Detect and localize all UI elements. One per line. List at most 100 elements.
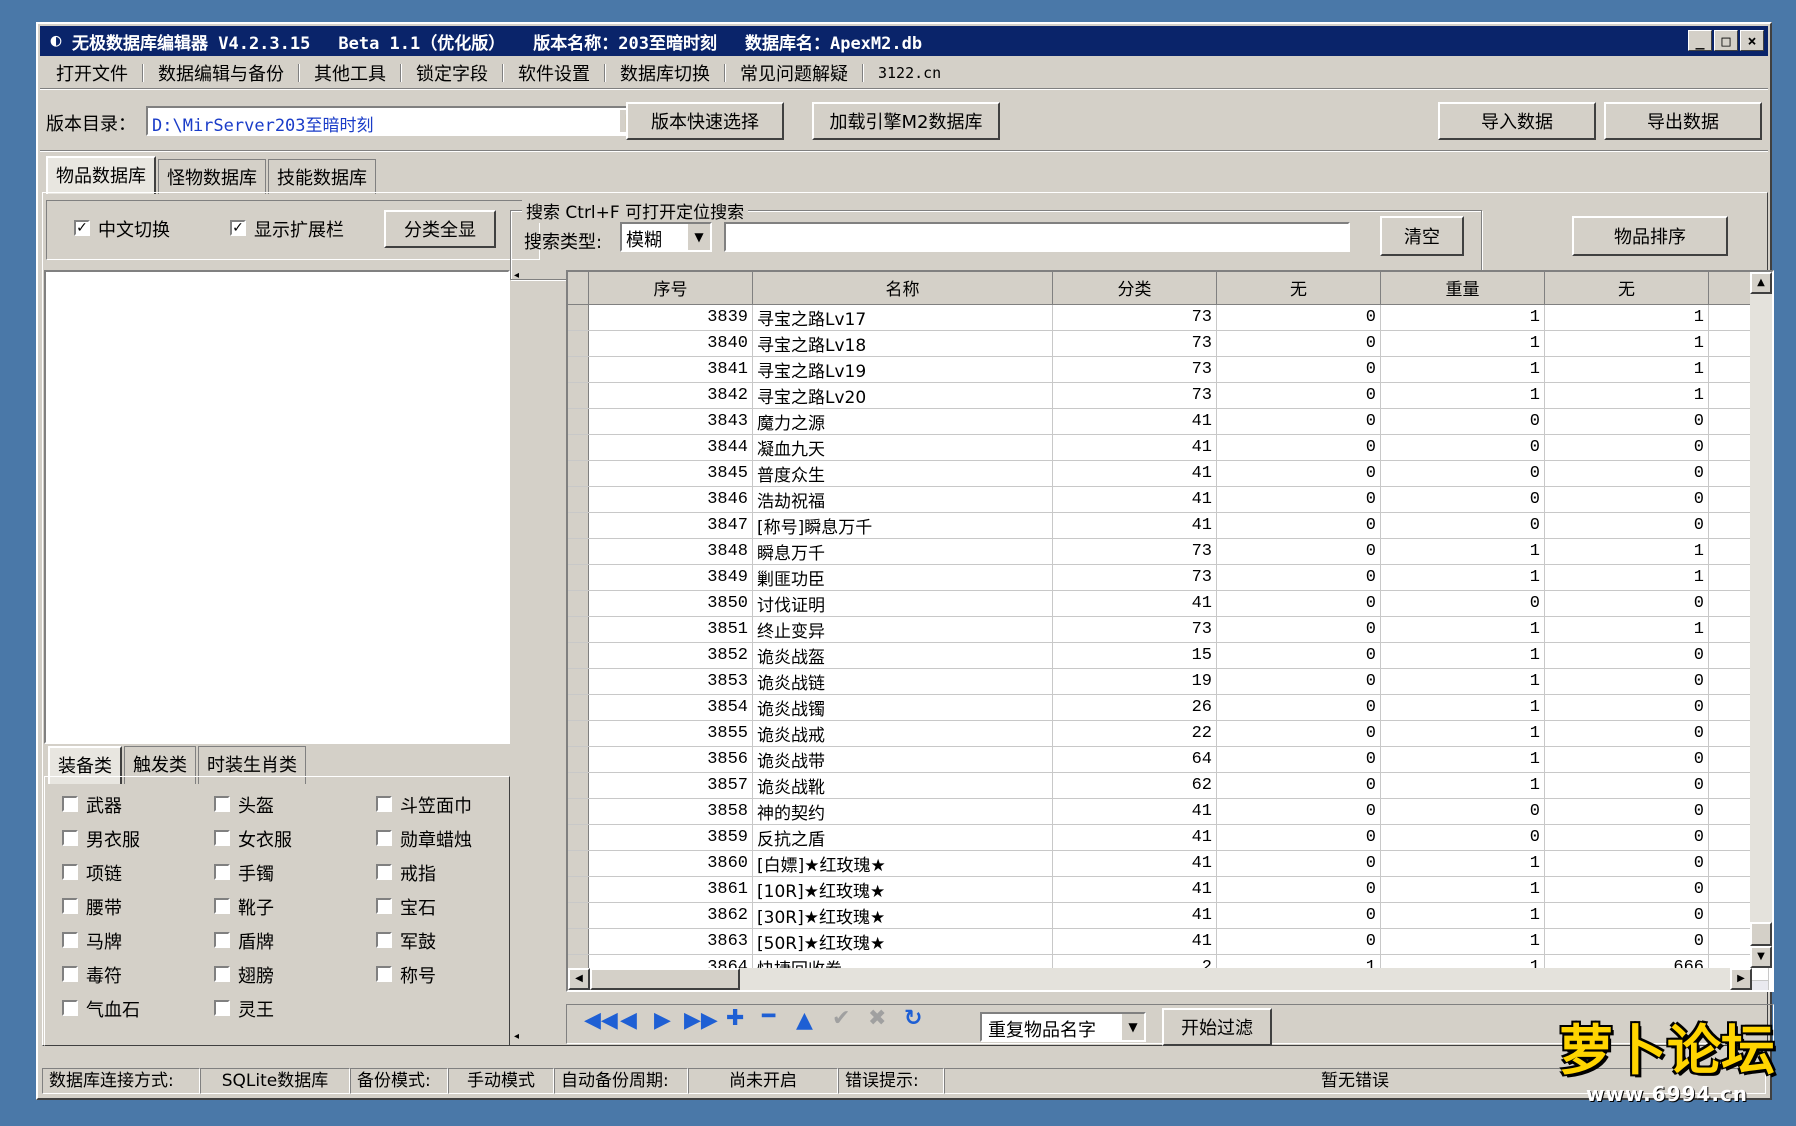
table-cell[interactable]: 0 [1544,720,1709,747]
table-cell[interactable]: 0 [1544,798,1709,825]
table-cell[interactable]: 0 [1380,512,1545,539]
table-row[interactable]: 3854 诡炎战镯 26 0 1 0 [568,694,1769,721]
category-checkbox[interactable] [62,796,78,812]
table-cell[interactable]: 3841 [588,356,753,383]
table-cell[interactable]: 15 [1052,642,1217,669]
table-row[interactable]: 3861 [10R]★红玫瑰★ 41 0 1 0 [568,876,1769,903]
table-cell[interactable]: 3855 [588,720,753,747]
table-cell[interactable]: 0 [1544,694,1709,721]
row-indicator[interactable] [568,746,589,773]
table-cell[interactable]: 诡炎战链 [752,668,1053,695]
row-indicator[interactable] [568,850,589,877]
hscroll-thumb[interactable] [590,968,740,990]
table-row[interactable]: 3855 诡炎战戒 22 0 1 0 [568,720,1769,747]
row-indicator[interactable] [568,564,589,591]
category-checkbox[interactable] [214,898,230,914]
table-cell[interactable]: 41 [1052,434,1217,461]
row-indicator[interactable] [568,590,589,617]
menu-settings[interactable]: 软件设置 [504,60,604,86]
table-cell[interactable]: 1 [1380,304,1545,331]
table-cell[interactable]: 3842 [588,382,753,409]
table-cell[interactable]: 3846 [588,486,753,513]
table-cell[interactable]: 0 [1216,434,1381,461]
row-indicator[interactable] [568,538,589,565]
category-checkbox[interactable] [62,1000,78,1016]
table-cell[interactable]: 0 [1544,434,1709,461]
table-row[interactable]: 3863 [50R]★红玫瑰★ 41 0 1 0 [568,928,1769,955]
table-cell[interactable]: 诡炎战靴 [752,772,1053,799]
table-cell[interactable]: 41 [1052,850,1217,877]
col-name[interactable]: 名称 [752,272,1053,305]
tab-items[interactable]: 物品数据库 [46,156,156,194]
table-cell[interactable]: 3863 [588,928,753,955]
table-cell[interactable]: 0 [1216,382,1381,409]
row-indicator[interactable] [568,304,589,331]
confirm-icon[interactable]: ✔ [832,1006,850,1031]
row-indicator[interactable] [568,434,589,461]
menu-edit-backup[interactable]: 数据编辑与备份 [144,60,298,86]
table-cell[interactable]: 73 [1052,356,1217,383]
table-cell[interactable]: 41 [1052,876,1217,903]
row-indicator[interactable] [568,356,589,383]
table-cell[interactable]: [50R]★红玫瑰★ [752,928,1053,955]
last-icon[interactable]: ▶▶ [684,1008,718,1033]
table-cell[interactable]: 73 [1052,304,1217,331]
table-cell[interactable]: 1 [1380,538,1545,565]
table-cell[interactable]: 0 [1216,798,1381,825]
clear-button[interactable]: 清空 [1380,216,1464,256]
table-cell[interactable]: 浩劫祝福 [752,486,1053,513]
table-cell[interactable]: 1 [1380,694,1545,721]
table-cell[interactable]: 瞬息万千 [752,538,1053,565]
table-cell[interactable]: [称号]瞬息万千 [752,512,1053,539]
table-row[interactable]: 3860 [白嫖]★红玫瑰★ 41 0 1 0 [568,850,1769,877]
filter-select[interactable]: 重复物品名字 ▼ [980,1012,1146,1042]
table-cell[interactable]: 3858 [588,798,753,825]
table-cell[interactable]: 3843 [588,408,753,435]
menu-other-tools[interactable]: 其他工具 [300,60,400,86]
row-indicator[interactable] [568,512,589,539]
table-cell[interactable]: 0 [1216,720,1381,747]
table-cell[interactable]: 普度众生 [752,460,1053,487]
table-cell[interactable]: 0 [1380,408,1545,435]
sort-items-button[interactable]: 物品排序 [1572,216,1728,256]
table-row[interactable]: 3850 讨伐证明 41 0 0 0 [568,590,1769,617]
table-cell[interactable]: 1 [1544,564,1709,591]
table-cell[interactable]: 0 [1380,590,1545,617]
table-cell[interactable]: 3852 [588,642,753,669]
table-cell[interactable]: 1 [1544,356,1709,383]
row-indicator[interactable] [568,616,589,643]
table-row[interactable]: 3853 诡炎战链 19 0 1 0 [568,668,1769,695]
table-cell[interactable]: 0 [1544,668,1709,695]
table-cell[interactable]: 0 [1216,330,1381,357]
category-checkbox[interactable] [376,898,392,914]
table-cell[interactable]: 41 [1052,460,1217,487]
table-cell[interactable]: 3850 [588,590,753,617]
table-cell[interactable]: 0 [1544,824,1709,851]
col-none-1[interactable]: 无 [1216,272,1381,305]
chinese-switch-checkbox[interactable]: ✓ [74,220,90,236]
table-cell[interactable]: 41 [1052,590,1217,617]
table-cell[interactable]: 62 [1052,772,1217,799]
show-ext-checkbox[interactable]: ✓ [230,220,246,236]
table-cell[interactable]: 0 [1544,512,1709,539]
table-cell[interactable]: 3848 [588,538,753,565]
cancel-icon[interactable]: ✖ [868,1006,886,1031]
table-cell[interactable]: 0 [1380,434,1545,461]
table-cell[interactable]: 1 [1380,772,1545,799]
table-row[interactable]: 3859 反抗之盾 41 0 0 0 [568,824,1769,851]
category-checkbox[interactable] [62,830,78,846]
refresh-icon[interactable]: ↻ [904,1006,922,1031]
table-cell[interactable]: 3839 [588,304,753,331]
row-indicator[interactable] [568,876,589,903]
table-cell[interactable]: 73 [1052,382,1217,409]
vertical-scrollbar[interactable]: ▲ ▼ [1750,272,1772,968]
table-cell[interactable]: 0 [1216,616,1381,643]
row-indicator[interactable] [568,486,589,513]
table-cell[interactable]: 3853 [588,668,753,695]
table-cell[interactable]: 剿匪功臣 [752,564,1053,591]
table-cell[interactable]: 诡炎战镯 [752,694,1053,721]
table-row[interactable]: 3862 [30R]★红玫瑰★ 41 0 1 0 [568,902,1769,929]
add-icon[interactable]: ✚ [726,1006,744,1031]
table-cell[interactable]: 0 [1216,850,1381,877]
table-cell[interactable]: 终止变异 [752,616,1053,643]
